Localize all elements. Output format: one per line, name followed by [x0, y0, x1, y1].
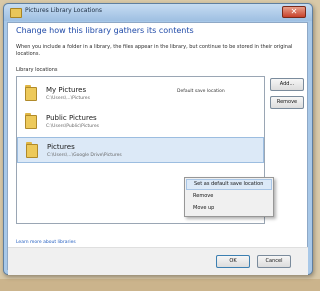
learn-more-link[interactable]: Learn more about libraries	[16, 240, 76, 245]
library-icon	[10, 8, 22, 18]
dialog-footer: OK Cancel	[8, 247, 308, 275]
list-item-name: Public Pictures	[46, 114, 97, 122]
close-icon[interactable]	[282, 6, 306, 18]
library-locations-label: Library locations	[16, 67, 58, 73]
list-item-path: C:\Users\...\Google Drive\Pictures	[47, 153, 122, 158]
dialog-description: When you include a folder in a library, …	[16, 44, 293, 57]
cancel-button[interactable]: Cancel	[257, 255, 291, 268]
add-button[interactable]: Add...	[270, 78, 304, 91]
menu-item-remove[interactable]: Remove	[186, 191, 272, 202]
ok-button[interactable]: OK	[216, 255, 250, 268]
title-bar[interactable]: Pictures Library Locations	[4, 4, 312, 21]
desktop-background	[0, 279, 320, 291]
list-item-my-pictures[interactable]: My Pictures C:\Users\...\Pictures Defaul…	[17, 81, 264, 107]
library-locations-dialog: Pictures Library Locations Change how th…	[3, 3, 313, 275]
list-item-public-pictures[interactable]: Public Pictures C:\Users\Public\Pictures	[17, 109, 264, 135]
menu-item-move-up[interactable]: Move up	[186, 203, 272, 214]
list-item-name: Pictures	[47, 143, 75, 151]
context-menu: Set as default save location Remove Move…	[184, 177, 274, 217]
default-save-location-label: Default save location	[177, 89, 225, 94]
list-item-name: My Pictures	[46, 86, 87, 94]
folder-icon	[26, 142, 38, 158]
menu-item-set-default[interactable]: Set as default save location	[186, 179, 272, 190]
list-item-path: C:\Users\Public\Pictures	[46, 124, 99, 129]
list-item-path: C:\Users\...\Pictures	[46, 96, 90, 101]
folder-icon	[25, 113, 37, 129]
remove-button[interactable]: Remove	[270, 96, 304, 109]
folder-icon	[25, 85, 37, 101]
list-item-pictures[interactable]: Pictures C:\Users\...\Google Drive\Pictu…	[17, 137, 264, 163]
window-title: Pictures Library Locations	[25, 7, 103, 14]
dialog-heading: Change how this library gathers its cont…	[16, 26, 194, 35]
